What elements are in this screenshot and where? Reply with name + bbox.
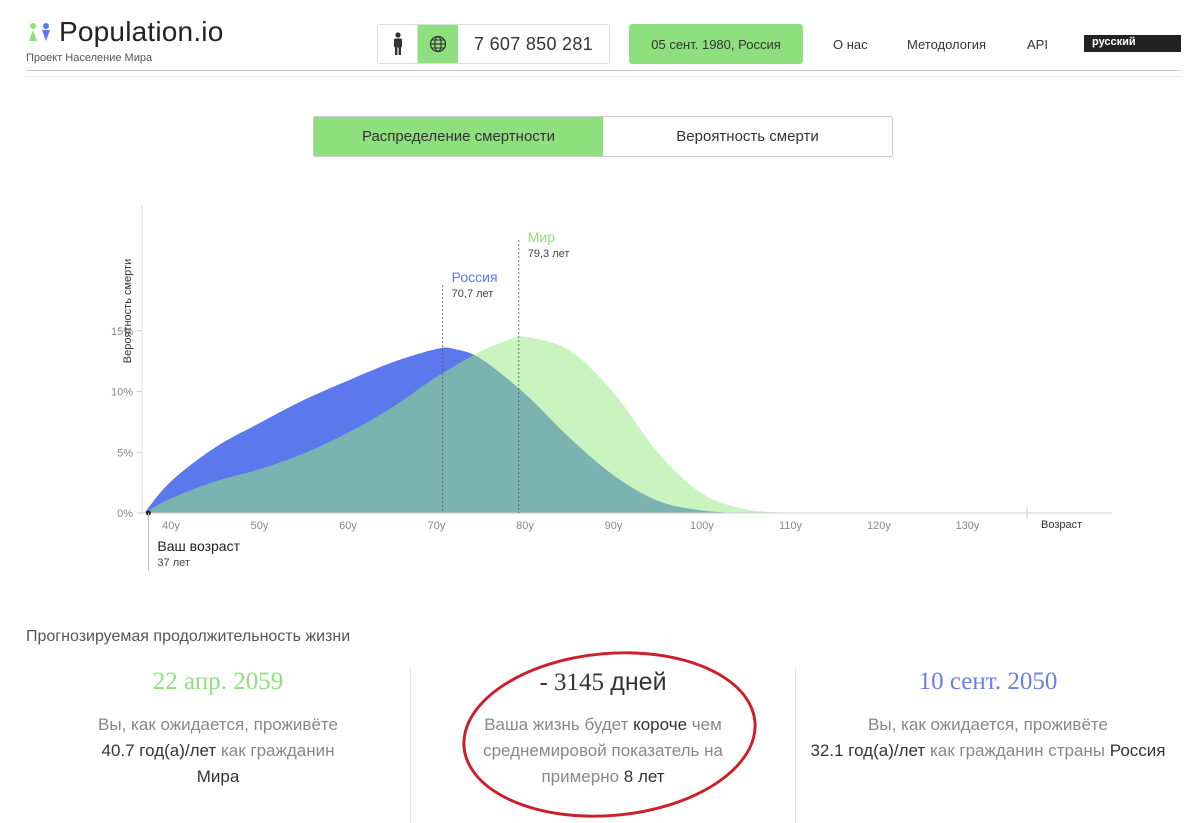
header-divider xyxy=(26,70,1181,71)
y-tick-label: 5% xyxy=(117,447,133,459)
world-mean-label: 79,3 лет xyxy=(528,248,570,260)
logo[interactable]: Population.io xyxy=(27,16,224,48)
nav-methodology[interactable]: Методология xyxy=(907,37,986,52)
mortality-distribution-chart: 0%5%10%15%Вероятность смерти40y 50y 60y 70y… xyxy=(111,205,1112,571)
difference-text: Ваша жизнь будет короче чем среднемирово… xyxy=(411,712,795,790)
y-tick-label: 0% xyxy=(117,508,133,520)
days-difference-unit: дней xyxy=(610,668,667,696)
world-line2: как гражданин xyxy=(220,741,335,760)
header: Population.io Проект Население Мира 7 60… xyxy=(0,0,1200,77)
world-line1: Вы, как ожидается, проживёте xyxy=(98,715,338,734)
language-select[interactable]: русский xyxy=(1084,35,1181,52)
logo-text: Population.io xyxy=(59,16,224,47)
population-count: 7 607 850 281 xyxy=(473,33,593,54)
population-counter: 7 607 850 281 xyxy=(377,24,610,64)
x-tick-label: 90y xyxy=(605,520,623,532)
world-series-label: Мир xyxy=(528,229,555,245)
person-toggle[interactable] xyxy=(378,25,418,63)
x-tick-label: 120y xyxy=(867,520,891,532)
country-death-date: 10 сент. 2050 xyxy=(918,668,1058,695)
country-expectancy-column: 10 сент. 2050 Вы, как ожидается, проживё… xyxy=(796,668,1180,764)
world-expectancy-column: 22 апр. 2059 Вы, как ожидается, проживёт… xyxy=(26,668,410,790)
life-expectancy-title: Прогнозируемая продолжительность жизни xyxy=(26,628,351,645)
people-logo-icon xyxy=(29,23,50,41)
person-icon xyxy=(393,32,402,55)
x-axis-label: Возраст xyxy=(1041,519,1082,531)
difference-column: - 3145 дней Ваша жизнь будет короче чем … xyxy=(411,668,795,790)
tab-death-distribution[interactable]: Распределение смертности xyxy=(314,117,603,156)
country-years: 32.1 год(а)/лет xyxy=(810,741,926,760)
difference-t1: Ваша жизнь будет xyxy=(484,715,629,734)
days-difference: - 3145 дней xyxy=(411,668,795,702)
x-tick-label: 50y xyxy=(251,520,269,532)
days-difference-value: - 3145 xyxy=(539,669,605,696)
x-tick-label: 70y xyxy=(428,520,446,532)
world-expectancy-text: Вы, как ожидается, проживёте 40.7 год(а)… xyxy=(26,712,410,790)
country-line2: как гражданин страны xyxy=(929,741,1106,760)
header-divider-secondary xyxy=(26,76,1181,77)
russia-mean-label: 70,7 лет xyxy=(452,288,494,300)
your-age-label: Ваш возраст xyxy=(157,538,240,554)
x-tick-label: 80y xyxy=(516,520,534,532)
y-axis-label: Вероятность смерти xyxy=(122,259,134,363)
globe-toggle[interactable] xyxy=(418,25,458,63)
country-entity: Россия xyxy=(1109,741,1166,760)
birth-date-country-button[interactable]: 05 сент. 1980, Россия xyxy=(629,24,803,64)
country-expectancy-text: Вы, как ожидается, проживёте 32.1 год(а)… xyxy=(796,712,1180,764)
globe-icon xyxy=(429,35,447,53)
world-years: 40.7 год(а)/лет xyxy=(101,741,217,760)
world-death-date: 22 апр. 2059 xyxy=(152,668,284,695)
country-line1: Вы, как ожидается, проживёте xyxy=(868,715,1108,734)
difference-years: 8 лет xyxy=(623,767,665,786)
y-tick-label: 10% xyxy=(111,387,133,399)
logo-subtitle: Проект Население Мира xyxy=(26,52,153,64)
world-entity: Мира xyxy=(196,767,240,786)
nav-api[interactable]: API xyxy=(1027,37,1048,52)
russia-series-label: Россия xyxy=(452,269,498,285)
your-age-value: 37 лет xyxy=(157,557,190,569)
x-tick-label: 110y xyxy=(779,520,803,532)
tab-death-probability[interactable]: Вероятность смерти xyxy=(603,117,892,156)
x-tick-label: 60y xyxy=(339,520,357,532)
x-tick-label: 40y xyxy=(162,520,180,532)
x-tick-label: 130y xyxy=(956,520,980,532)
chart-tabs: Распределение смертности Вероятность сме… xyxy=(313,116,893,157)
difference-shorter: короче xyxy=(633,715,688,734)
x-tick-label: 100y xyxy=(690,520,714,532)
nav-about[interactable]: О нас xyxy=(833,37,868,52)
overlap-area xyxy=(144,347,791,513)
